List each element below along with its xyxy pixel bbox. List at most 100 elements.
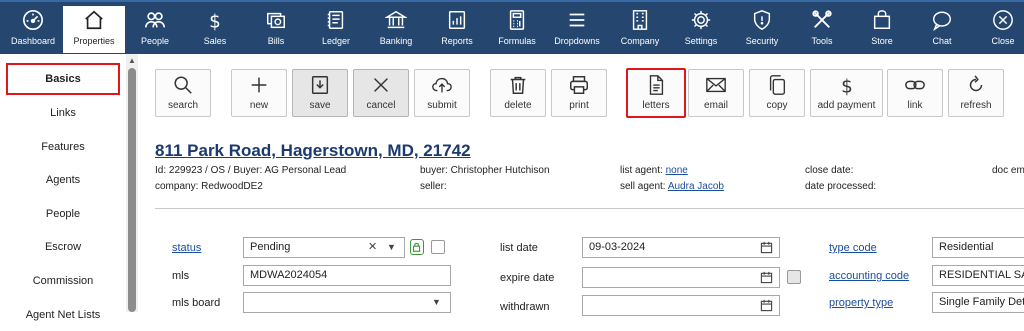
nav-label: Settings: [684, 36, 718, 46]
nav-label: Tools: [811, 36, 833, 46]
envelope-icon: [706, 77, 726, 93]
nav-label: People: [140, 36, 170, 46]
nav-ledger[interactable]: Ledger: [305, 6, 367, 53]
sidebar-item-label: People: [45, 208, 81, 220]
nav-bills[interactable]: Bills: [245, 6, 307, 53]
nav-label: Reports: [441, 36, 473, 46]
nav-label: Properties: [73, 36, 115, 46]
email-button[interactable]: email: [688, 69, 744, 117]
gear-icon: [691, 10, 711, 30]
property-type-label-link[interactable]: property type: [829, 297, 893, 309]
type-code-value: Residential: [939, 241, 994, 253]
gauge-icon: [23, 10, 43, 30]
document-icon: [649, 75, 664, 95]
accounting-code-select[interactable]: RESIDENTIAL SALE: [932, 265, 1024, 286]
dollar-icon: $: [209, 11, 221, 31]
nav-settings[interactable]: Settings: [670, 6, 732, 53]
search-button[interactable]: search: [155, 69, 211, 117]
new-button[interactable]: new: [231, 69, 287, 117]
record-id-line: Id: 229923 / OS / Buyer: AG Personal Lea…: [155, 165, 347, 176]
expire-date-checkbox[interactable]: [787, 270, 801, 284]
type-code-select[interactable]: Residential: [932, 237, 1024, 258]
record-company: company: RedwoodDE2: [155, 181, 263, 192]
calendar-icon[interactable]: [760, 271, 773, 284]
save-icon: [311, 76, 329, 94]
nav-company[interactable]: Company: [609, 6, 671, 53]
submit-button[interactable]: submit: [414, 69, 470, 117]
sidebar-scrollbar[interactable]: ▲: [126, 54, 138, 312]
sidebar-item-features[interactable]: Features: [6, 131, 120, 163]
sidebar-item-agent-net-lists[interactable]: Agent Net Lists: [6, 299, 120, 331]
chevron-down-icon[interactable]: ▼: [387, 238, 396, 257]
refresh-button-label: refresh: [960, 100, 992, 111]
add-payment-button[interactable]: $ add payment: [810, 69, 883, 117]
lock-icon: [413, 242, 421, 252]
nav-dropdowns[interactable]: Dropdowns: [546, 6, 608, 53]
refresh-button[interactable]: refresh: [948, 69, 1004, 117]
plus-icon: [251, 77, 267, 93]
date-processed-label: date processed:: [805, 181, 877, 192]
link-button[interactable]: link: [887, 69, 943, 117]
sidebar-item-people[interactable]: People: [6, 198, 120, 230]
calendar-icon[interactable]: [760, 299, 773, 312]
svg-text:$: $: [209, 11, 221, 31]
delete-button[interactable]: delete: [490, 69, 546, 117]
sell-agent-link[interactable]: Audra Jacob: [668, 181, 724, 192]
scroll-thumb[interactable]: [128, 68, 136, 312]
clear-x-icon[interactable]: ✕: [368, 238, 377, 257]
sidebar-item-label: Links: [50, 107, 76, 119]
expire-date-input[interactable]: [582, 267, 780, 288]
save-button[interactable]: save: [292, 69, 348, 117]
nav-formulas[interactable]: Formulas: [486, 6, 548, 53]
property-type-select[interactable]: Single Family Detached: [932, 292, 1024, 313]
nav-banking[interactable]: Banking: [365, 6, 427, 53]
header-divider: [155, 208, 1024, 209]
lock-toggle[interactable]: [410, 239, 424, 255]
property-address-title[interactable]: 811 Park Road, Hagerstown, MD, 21742: [155, 141, 471, 161]
nav-close[interactable]: Close: [972, 6, 1024, 53]
nav-dashboard[interactable]: Dashboard: [2, 6, 64, 53]
nav-security[interactable]: Security: [731, 6, 793, 53]
accounting-code-label-link[interactable]: accounting code: [829, 270, 909, 282]
menu-icon: [569, 13, 585, 27]
nav-reports[interactable]: Reports: [426, 6, 488, 53]
type-code-label-link[interactable]: type code: [829, 242, 877, 254]
sell-agent-info: sell agent: Audra Jacob: [620, 181, 724, 192]
top-navigation: Dashboard Properties People $ Sales Bill…: [0, 0, 1024, 54]
calendar-icon[interactable]: [760, 241, 773, 254]
nav-people[interactable]: People: [124, 6, 186, 53]
letters-button[interactable]: letters: [626, 68, 686, 118]
sidebar-item-links[interactable]: Links: [6, 97, 120, 129]
sidebar-item-basics[interactable]: Basics: [6, 63, 120, 95]
doc-em-label: doc em: [992, 165, 1024, 176]
list-agent-info: list agent: none: [620, 165, 688, 176]
sidebar-item-agents[interactable]: Agents: [6, 164, 120, 196]
search-button-label: search: [167, 100, 198, 111]
list-agent-link[interactable]: none: [666, 165, 688, 176]
nav-label: Sales: [203, 36, 227, 46]
search-icon: [174, 76, 192, 94]
status-checkbox[interactable]: [431, 240, 445, 254]
cancel-button[interactable]: cancel: [353, 69, 409, 117]
nav-tools[interactable]: Tools: [791, 6, 853, 53]
status-label-link[interactable]: status: [172, 242, 201, 254]
print-button[interactable]: print: [551, 69, 607, 117]
sidebar-item-escrow[interactable]: Escrow: [6, 231, 120, 263]
mls-board-select[interactable]: ▼: [243, 292, 451, 313]
nav-store[interactable]: Store: [851, 6, 913, 53]
nav-chat[interactable]: Chat: [911, 6, 973, 53]
link-button-label: link: [907, 100, 923, 111]
sidebar-item-commission[interactable]: Commission: [6, 265, 120, 297]
withdrawn-input[interactable]: [582, 295, 780, 316]
copy-button[interactable]: copy: [749, 69, 805, 117]
nav-properties[interactable]: Properties: [63, 6, 125, 53]
close-icon: [993, 10, 1013, 30]
shield-icon: [753, 10, 771, 30]
status-select[interactable]: Pending ✕ ▼: [243, 237, 405, 258]
chevron-down-icon[interactable]: ▼: [432, 293, 441, 312]
mls-input[interactable]: MDWA2024054: [243, 265, 451, 286]
list-date-input[interactable]: 09-03-2024: [582, 237, 780, 258]
nav-sales[interactable]: $ Sales: [184, 6, 246, 53]
nav-label: Close: [991, 36, 1015, 46]
scroll-up-arrow-icon[interactable]: ▲: [126, 56, 138, 66]
